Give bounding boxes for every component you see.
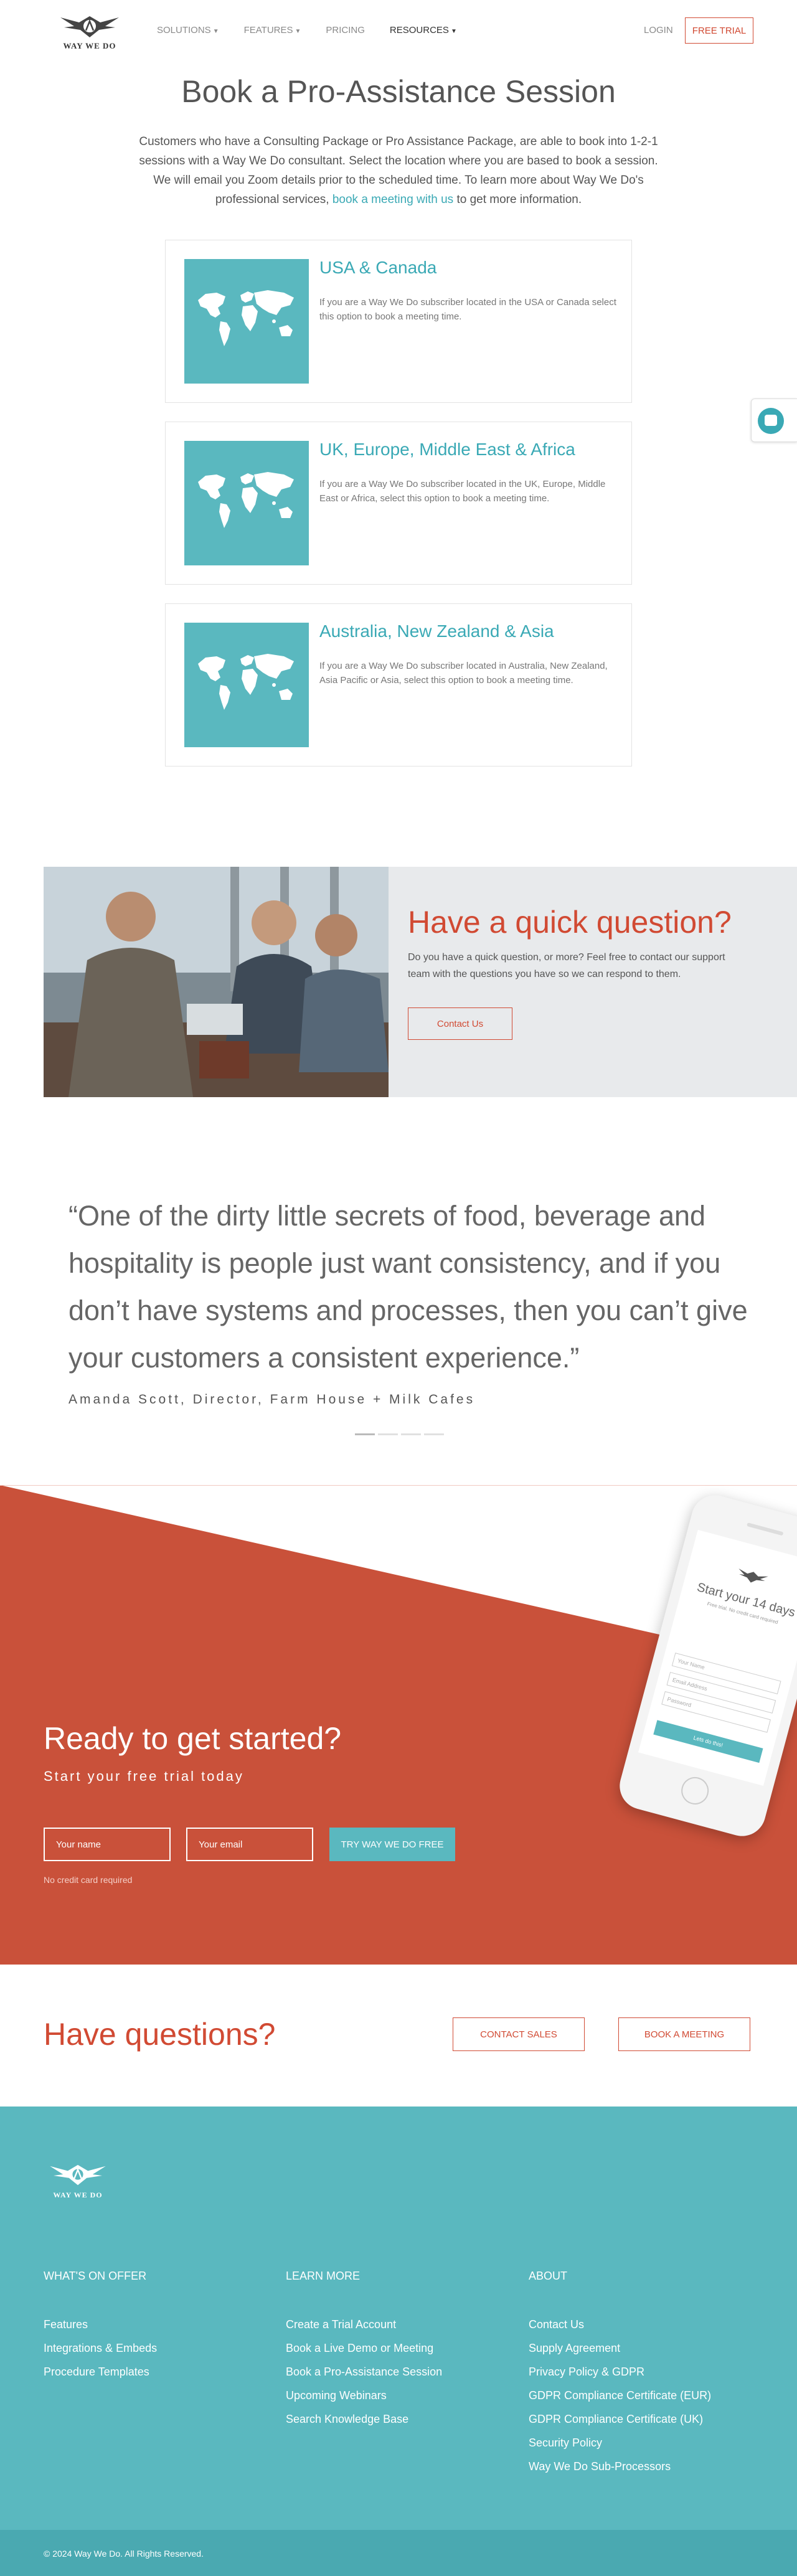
- quick-question-section: Have a quick question? Do you have a qui…: [44, 867, 797, 1097]
- region-card-uk-europe[interactable]: UK, Europe, Middle East & Africa If you …: [165, 422, 632, 585]
- page-title: Book a Pro-Assistance Session: [181, 74, 616, 109]
- world-map-image: [184, 623, 309, 747]
- footer-link-features[interactable]: Features: [44, 2313, 255, 2336]
- footer-link-subprocessors[interactable]: Way We Do Sub-Processors: [529, 2455, 740, 2478]
- nav-features[interactable]: FEATURES ▼: [244, 25, 301, 35]
- world-map-image: [184, 259, 309, 384]
- logo-wings-icon: [738, 1569, 768, 1583]
- contact-us-button[interactable]: Contact Us: [408, 1007, 512, 1040]
- free-trial-button[interactable]: FREE TRIAL: [685, 17, 753, 44]
- login-link[interactable]: LOGIN: [644, 25, 673, 35]
- nav-pricing[interactable]: PRICING: [326, 25, 365, 35]
- chat-widget-button[interactable]: [751, 399, 797, 442]
- carousel-dot[interactable]: [378, 1433, 398, 1435]
- have-questions-title: Have questions?: [44, 2017, 276, 2052]
- caret-down-icon: ▼: [450, 28, 457, 35]
- card-description: If you are a Way We Do subscriber locate…: [319, 661, 608, 686]
- quick-question-title: Have a quick question?: [408, 905, 732, 940]
- footer-column-about: ABOUT Contact Us Supply Agreement Privac…: [529, 2270, 740, 2478]
- footer-link-privacy[interactable]: Privacy Policy & GDPR: [529, 2360, 740, 2384]
- footer-link-gdpr-uk[interactable]: GDPR Compliance Certificate (UK): [529, 2407, 740, 2431]
- footer-heading: ABOUT: [529, 2270, 568, 2282]
- footer-logo-text: WAY WE DO: [53, 2191, 103, 2199]
- footer-column-learn: LEARN MORE Create a Trial Account Book a…: [286, 2270, 498, 2431]
- try-free-button[interactable]: TRY WAY WE DO FREE: [329, 1828, 455, 1861]
- main-menu: SOLUTIONS ▼ FEATURES ▼ PRICING RESOURCES ▼: [157, 25, 482, 35]
- footer-link-templates[interactable]: Procedure Templates: [44, 2360, 255, 2384]
- signup-title: Ready to get started?: [44, 1721, 342, 1756]
- email-input[interactable]: Your email: [186, 1828, 313, 1861]
- card-description: If you are a Way We Do subscriber locate…: [319, 297, 616, 322]
- carousel-dot[interactable]: [401, 1433, 421, 1435]
- card-title[interactable]: Australia, New Zealand & Asia: [319, 621, 554, 641]
- testimonial-author: Amanda Scott, Director, Farm House + Mil…: [68, 1392, 476, 1407]
- world-map-icon: [198, 472, 294, 528]
- nav-resources[interactable]: RESOURCES ▼: [390, 25, 457, 35]
- card-title[interactable]: UK, Europe, Middle East & Africa: [319, 440, 575, 460]
- footer-heading: LEARN MORE: [286, 2270, 361, 2282]
- card-description: If you are a Way We Do subscriber locate…: [319, 479, 606, 504]
- footer-link-gdpr-eur[interactable]: GDPR Compliance Certificate (EUR): [529, 2384, 740, 2407]
- logo-text: WAY WE DO: [63, 41, 116, 50]
- carousel-dot[interactable]: [355, 1433, 375, 1435]
- footer-link-trial[interactable]: Create a Trial Account: [286, 2313, 498, 2336]
- testimonial-quote: “One of the dirty little secrets of food…: [68, 1200, 748, 1374]
- footer-heading: WHAT'S ON OFFER: [44, 2270, 147, 2282]
- carousel-dots: [355, 1433, 444, 1435]
- region-card-australia-asia[interactable]: Australia, New Zealand & Asia If you are…: [165, 603, 632, 767]
- book-meeting-link[interactable]: book a meeting with us: [332, 193, 453, 206]
- contact-sales-button[interactable]: CONTACT SALES: [453, 2017, 585, 2051]
- name-input[interactable]: Your name: [44, 1828, 171, 1861]
- footer: WAY WE DO WHAT'S ON OFFER Features Integ…: [0, 2107, 797, 2530]
- footer-link-supply[interactable]: Supply Agreement: [529, 2336, 740, 2360]
- world-map-icon: [198, 290, 294, 346]
- card-title[interactable]: USA & Canada: [319, 258, 436, 278]
- logo-wings-icon: [50, 2164, 106, 2186]
- footer-link-security[interactable]: Security Policy: [529, 2431, 740, 2455]
- footer-column-offer: WHAT'S ON OFFER Features Integrations & …: [44, 2270, 255, 2384]
- signup-section: Start your 14 days Free trial. No credit…: [0, 1485, 797, 1965]
- region-card-usa-canada[interactable]: USA & Canada If you are a Way We Do subs…: [165, 240, 632, 403]
- no-credit-card-note: No credit card required: [44, 1875, 133, 1885]
- carousel-dot[interactable]: [424, 1433, 444, 1435]
- chat-bubble-icon: [765, 415, 777, 426]
- world-map-image: [184, 441, 309, 565]
- caret-down-icon: ▼: [212, 28, 219, 35]
- copyright-bar: © 2024 Way We Do. All Rights Reserved.: [0, 2530, 797, 2576]
- footer-link-webinars[interactable]: Upcoming Webinars: [286, 2384, 498, 2407]
- caret-down-icon: ▼: [295, 28, 301, 35]
- footer-logo[interactable]: WAY WE DO: [34, 2163, 121, 2200]
- quick-question-text: Do you have a quick question, or more? F…: [408, 952, 725, 979]
- logo-wings-icon: [60, 16, 119, 37]
- world-map-icon: [198, 654, 294, 710]
- copyright-text: © 2024 Way We Do. All Rights Reserved.: [44, 2549, 204, 2559]
- meeting-photo: [44, 867, 389, 1097]
- footer-link-integrations[interactable]: Integrations & Embeds: [44, 2336, 255, 2360]
- footer-link-contact[interactable]: Contact Us: [529, 2313, 740, 2336]
- logo[interactable]: WAY WE DO: [44, 14, 136, 52]
- footer-link-demo[interactable]: Book a Live Demo or Meeting: [286, 2336, 498, 2360]
- book-meeting-button[interactable]: BOOK A MEETING: [618, 2017, 750, 2051]
- signup-subtitle: Start your free trial today: [44, 1768, 244, 1784]
- footer-link-knowledge[interactable]: Search Knowledge Base: [286, 2407, 498, 2431]
- nav-solutions[interactable]: SOLUTIONS ▼: [157, 25, 219, 35]
- footer-link-pro-assist[interactable]: Book a Pro-Assistance Session: [286, 2360, 498, 2384]
- intro-text: Customers who have a Consulting Package …: [139, 135, 658, 206]
- top-nav: WAY WE DO SOLUTIONS ▼ FEATURES ▼ PRICING R…: [0, 0, 797, 62]
